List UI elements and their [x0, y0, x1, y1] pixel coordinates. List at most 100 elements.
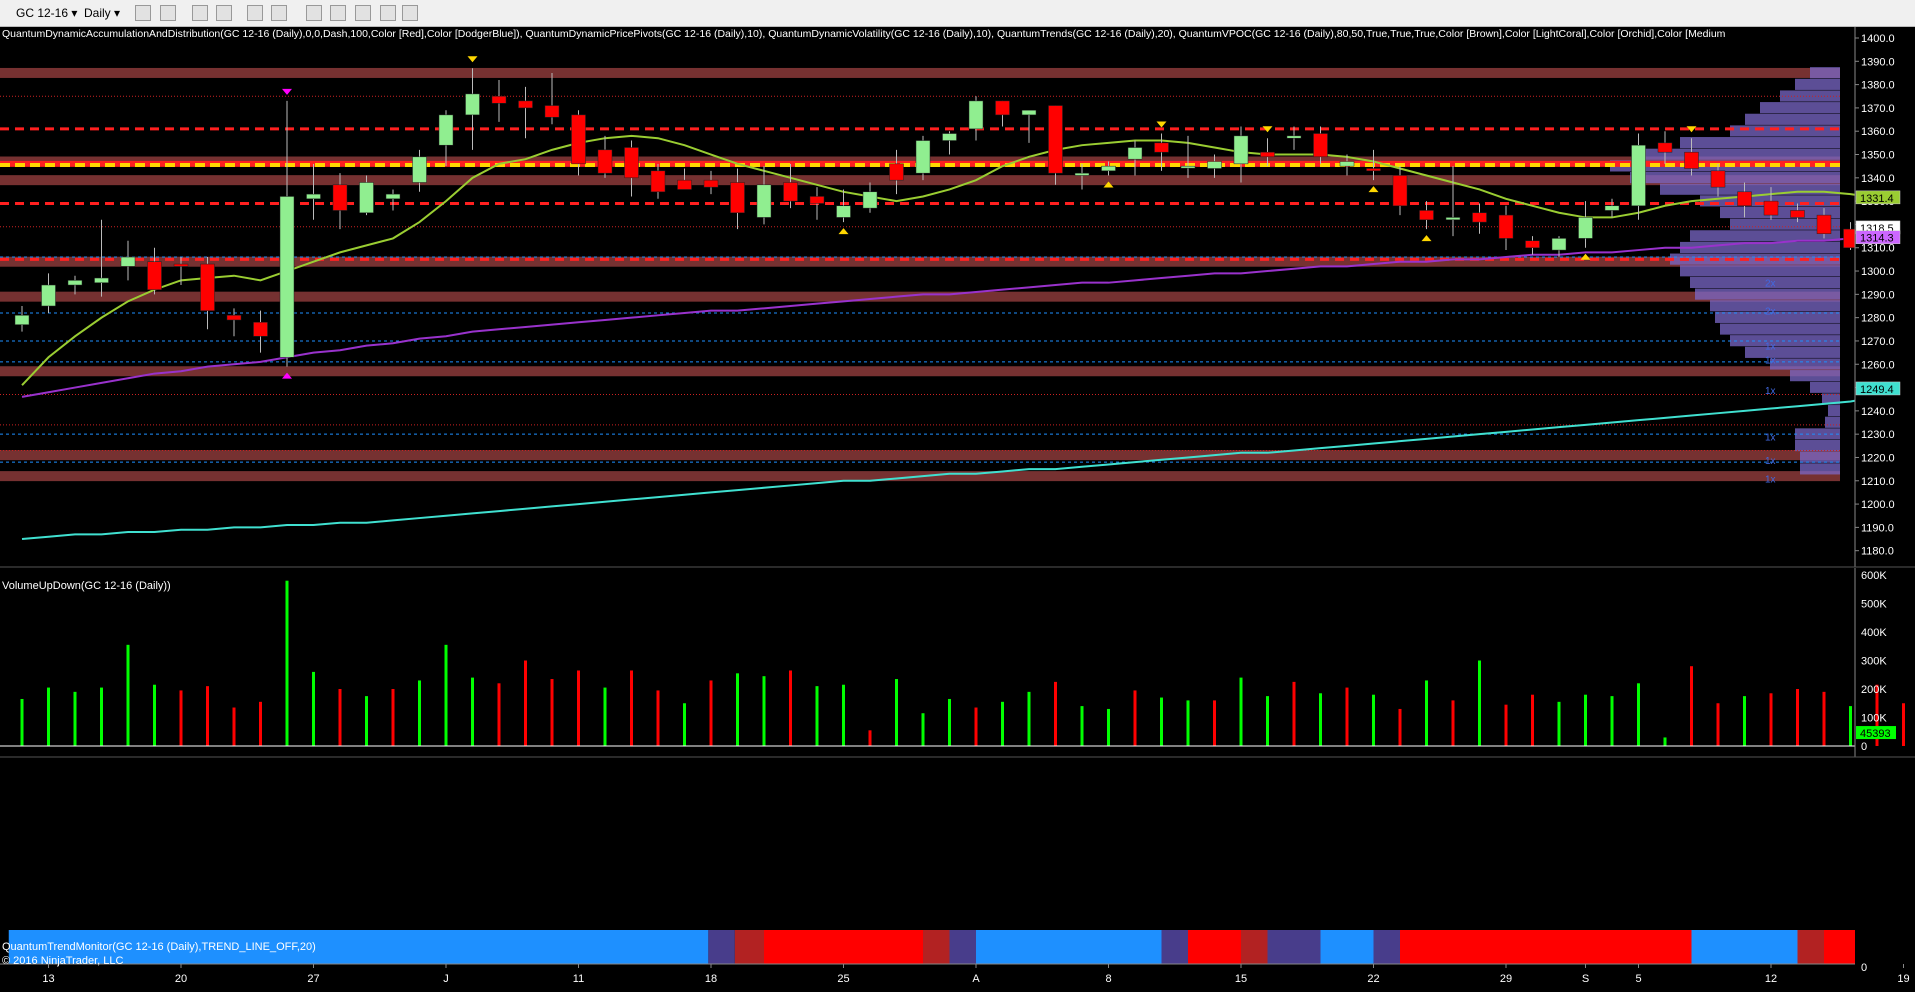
- volume-profile-bar-2: [1780, 90, 1840, 102]
- candle-body-46: [1233, 135, 1249, 165]
- volume-bar-7: [206, 686, 209, 746]
- candle-body-17: [465, 93, 480, 116]
- profile-marker-5: 1x: [1765, 432, 1776, 443]
- indicator-legend: QuantumDynamicAccumulationAndDistributio…: [2, 28, 1726, 40]
- price-label-0: 1331.4: [1860, 193, 1894, 205]
- price-tick-label-2: 1200.0: [1861, 499, 1895, 511]
- candle-body-22: [597, 149, 613, 174]
- price-tick-label-3: 1210.0: [1861, 476, 1895, 488]
- price-tick-label-20: 1380.0: [1861, 80, 1895, 92]
- price-tick-label-18: 1360.0: [1861, 126, 1895, 138]
- volume-bar-26: [709, 680, 713, 746]
- volume-profile-bar-34: [1800, 463, 1840, 475]
- trend-segment-4: [923, 930, 950, 964]
- volume-bar-20: [550, 679, 554, 746]
- volume-bar-21: [577, 670, 580, 746]
- volume-bar-68: [1822, 691, 1826, 746]
- candle-body-36: [968, 100, 984, 130]
- trend-monitor-legend: QuantumTrendMonitor(GC 12-16 (Daily),TRE…: [2, 941, 316, 953]
- volume-bar-22: [603, 687, 607, 746]
- volume-bar-49: [1319, 693, 1322, 746]
- profile-marker-7: 1x: [1765, 474, 1776, 485]
- volume-bar-63: [1690, 666, 1693, 746]
- profile-marker-6: 1x: [1765, 456, 1776, 467]
- candle-body-43: [1154, 142, 1169, 153]
- price-tick-label-10: 1280.0: [1861, 313, 1895, 325]
- volume-tick-label-0: 0: [1861, 741, 1867, 753]
- candle-body-10: [279, 196, 295, 358]
- time-tick-label-12: S: [1582, 973, 1589, 985]
- trend-segment-9: [1241, 930, 1268, 964]
- price-chart[interactable]: 2x 2x 1x 1x 1x 1x 1x 1x 1180.0 1190.0 1200.0 1210.0…: [0, 27, 1915, 992]
- volume-bar-53: [1425, 680, 1428, 746]
- volume-bar-35: [948, 698, 951, 746]
- volume-bar-62: [1663, 737, 1667, 746]
- candle-body-62: [1657, 142, 1673, 153]
- volume-profile-bar-9: [1630, 171, 1840, 184]
- volume-bar-1: [47, 687, 50, 746]
- profile-marker-3: 1x: [1765, 356, 1776, 367]
- candle-body-9: [253, 322, 268, 337]
- volume-bar-47: [1266, 696, 1269, 746]
- volume-bar-43: [1160, 697, 1163, 746]
- save-icon[interactable]: [380, 5, 396, 21]
- period-icon[interactable]: [355, 5, 371, 21]
- time-tick-label-4: 11: [573, 973, 584, 985]
- volume-bar-19: [524, 660, 527, 746]
- instrument-selector[interactable]: GC 12-16 ▾: [16, 4, 77, 23]
- trend-segment-2: [734, 930, 764, 964]
- crosshair-icon[interactable]: [247, 5, 263, 21]
- volume-profile-bar-0: [1810, 67, 1840, 79]
- volume-profile-bar-29: [1828, 405, 1840, 417]
- volume-tick-label-5: 500K: [1861, 599, 1887, 611]
- price-tick-label-0: 1180.0: [1861, 546, 1894, 558]
- candle-body-42: [1127, 147, 1143, 160]
- volume-bar-8: [232, 707, 236, 746]
- volume-bar-44: [1186, 700, 1190, 746]
- volume-bar-37: [1001, 701, 1004, 746]
- candle-body-51: [1366, 168, 1381, 172]
- volume-bar-9: [259, 701, 262, 746]
- candle-body-23: [624, 147, 639, 179]
- volume-bar-69: [1849, 706, 1852, 746]
- price-tick-label-12: 1300.0: [1861, 266, 1895, 278]
- trend-segment-7: [1161, 930, 1188, 964]
- candle-body-45: [1207, 161, 1222, 169]
- volume-bar-11: [312, 671, 315, 746]
- candle-body-25: [677, 179, 692, 190]
- candle-body-4: [120, 256, 136, 267]
- pivot-band-2: [0, 175, 1840, 186]
- volume-bar-60: [1610, 696, 1614, 746]
- data-box-icon[interactable]: [330, 5, 346, 21]
- volume-profile-bar-30: [1825, 416, 1840, 428]
- strategy-icon[interactable]: [216, 5, 232, 21]
- volume-bar-16: [444, 644, 448, 746]
- trend-segment-6: [976, 930, 1162, 964]
- candle-body-44: [1180, 165, 1196, 169]
- volume-bar-33: [895, 679, 898, 746]
- candle-body-20: [544, 105, 560, 118]
- add-indicator-icon[interactable]: [192, 5, 208, 21]
- candle-body-55: [1472, 212, 1487, 223]
- zoom-icon[interactable]: [271, 5, 287, 21]
- volume-profile-bar-3: [1760, 102, 1840, 114]
- chart-properties-icon[interactable]: [306, 5, 322, 21]
- time-axis-bg: [0, 964, 1915, 992]
- candle-body-63: [1684, 151, 1699, 169]
- time-tick-label-14: 12: [1765, 973, 1777, 985]
- volume-bar-41: [1107, 708, 1110, 746]
- volume-profile-bar-21: [1715, 311, 1840, 323]
- interval-selector[interactable]: Daily ▾: [84, 4, 120, 23]
- price-tick-label-19: 1370.0: [1861, 103, 1895, 115]
- volume-tick-label-4: 400K: [1861, 627, 1887, 639]
- bar-type-icon[interactable]: [135, 5, 151, 21]
- volume-bar-4: [126, 644, 130, 746]
- volume-tick-label-2: 200K: [1861, 684, 1887, 696]
- draw-pencil-icon[interactable]: [160, 5, 176, 21]
- window-icon[interactable]: [402, 5, 418, 21]
- candle-body-64: [1710, 170, 1726, 188]
- trend-axis-zero: 0: [1861, 962, 1867, 974]
- candle-body-0: [14, 315, 30, 325]
- trend-segment-11: [1320, 930, 1374, 964]
- candle-body-58: [1551, 238, 1567, 251]
